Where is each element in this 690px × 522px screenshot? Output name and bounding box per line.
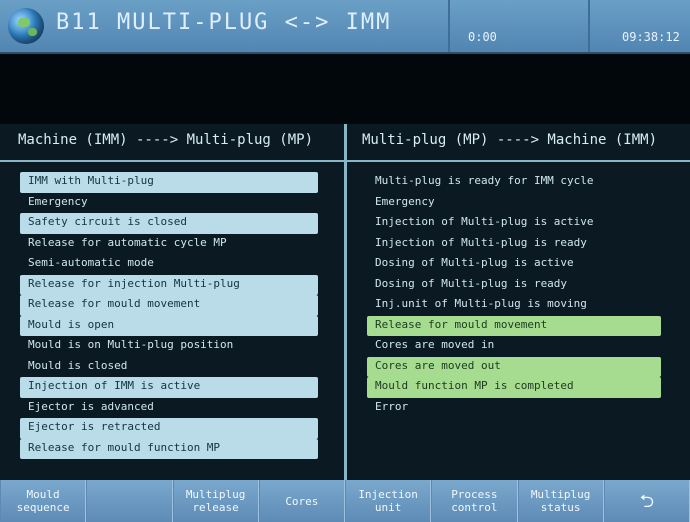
return-button[interactable]: ⮌: [603, 480, 690, 522]
header-divider: [588, 0, 590, 52]
signal-row: Release for mould movement: [20, 295, 318, 316]
signal-row: Mould is open: [20, 315, 318, 336]
signal-row: Inj.unit of Multi-plug is moving: [375, 297, 587, 310]
screen-title: B11 MULTI-PLUG <-> IMM: [56, 10, 392, 35]
message-strip: [0, 54, 690, 124]
panel-divider: [344, 124, 347, 480]
signal-row: Safety circuit is closed: [20, 213, 318, 234]
signal-row: Ejector is advanced: [28, 399, 154, 413]
signal-row: Release for automatic cycle MP: [28, 235, 227, 249]
signal-row: Injection of IMM is active: [20, 377, 318, 398]
signal-row: Mould is on Multi-plug position: [28, 338, 234, 351]
signal-row: Emergency: [375, 194, 435, 208]
signal-row: Cores are moved out: [367, 356, 661, 377]
signal-row: Cores are moved in: [375, 338, 495, 351]
clock-time: 09:38:12: [622, 30, 680, 44]
signal-row: Release for mould function MP: [20, 438, 318, 459]
signal-row: IMM with Multi-plug: [20, 172, 318, 193]
signal-row: Dosing of Multi-plug is active: [375, 256, 574, 269]
signal-row: Semi-automatic mode: [28, 256, 154, 269]
left-panel-title: Machine (IMM) ----> Multi-plug (MP): [18, 132, 314, 148]
cores-button[interactable]: Cores: [258, 480, 345, 522]
signal-row: Dosing of Multi-plug is ready: [375, 276, 568, 290]
signal-row: Injection of Multi-plug is active: [375, 215, 594, 228]
signal-row: Mould function MP is completed: [367, 377, 661, 398]
header-bar: B11 MULTI-PLUG <-> IMM 0:00 09:38:12: [0, 0, 690, 54]
header-divider: [448, 0, 450, 52]
signal-row: Injection of Multi-plug is ready: [375, 235, 587, 249]
empty-softkey[interactable]: [86, 480, 173, 522]
signal-row: Release for mould movement: [367, 315, 661, 336]
injection-unit-button[interactable]: Injection unit: [345, 480, 432, 522]
mp-to-imm-signal-list: Multi-plug is ready for IMM cycle Emergen…: [367, 172, 661, 418]
right-panel-title: Multi-plug (MP) ----> Machine (IMM): [362, 132, 658, 148]
signal-row: Error: [375, 399, 409, 413]
signal-row: Multi-plug is ready for IMM cycle: [375, 174, 594, 187]
process-control-button[interactable]: Process control: [431, 480, 518, 522]
signal-row: Ejector is retracted: [20, 418, 318, 439]
globe-icon[interactable]: [8, 8, 44, 44]
cycle-time: 0:00: [468, 30, 497, 44]
signal-row: Emergency: [28, 194, 88, 208]
mould-sequence-button[interactable]: Mould sequence: [0, 480, 87, 522]
multiplug-status-button[interactable]: Multiplug status: [517, 480, 604, 522]
multiplug-release-button[interactable]: Multiplug release: [172, 480, 259, 522]
imm-to-mp-signal-list: IMM with Multi-plug Emergency Safety circu…: [20, 172, 318, 459]
signal-row: Mould is closed: [28, 358, 128, 372]
signal-row: Release for injection Multi-plug: [20, 274, 318, 295]
softkey-bar: Mould sequence Multiplug release Cores Inje…: [0, 480, 690, 522]
